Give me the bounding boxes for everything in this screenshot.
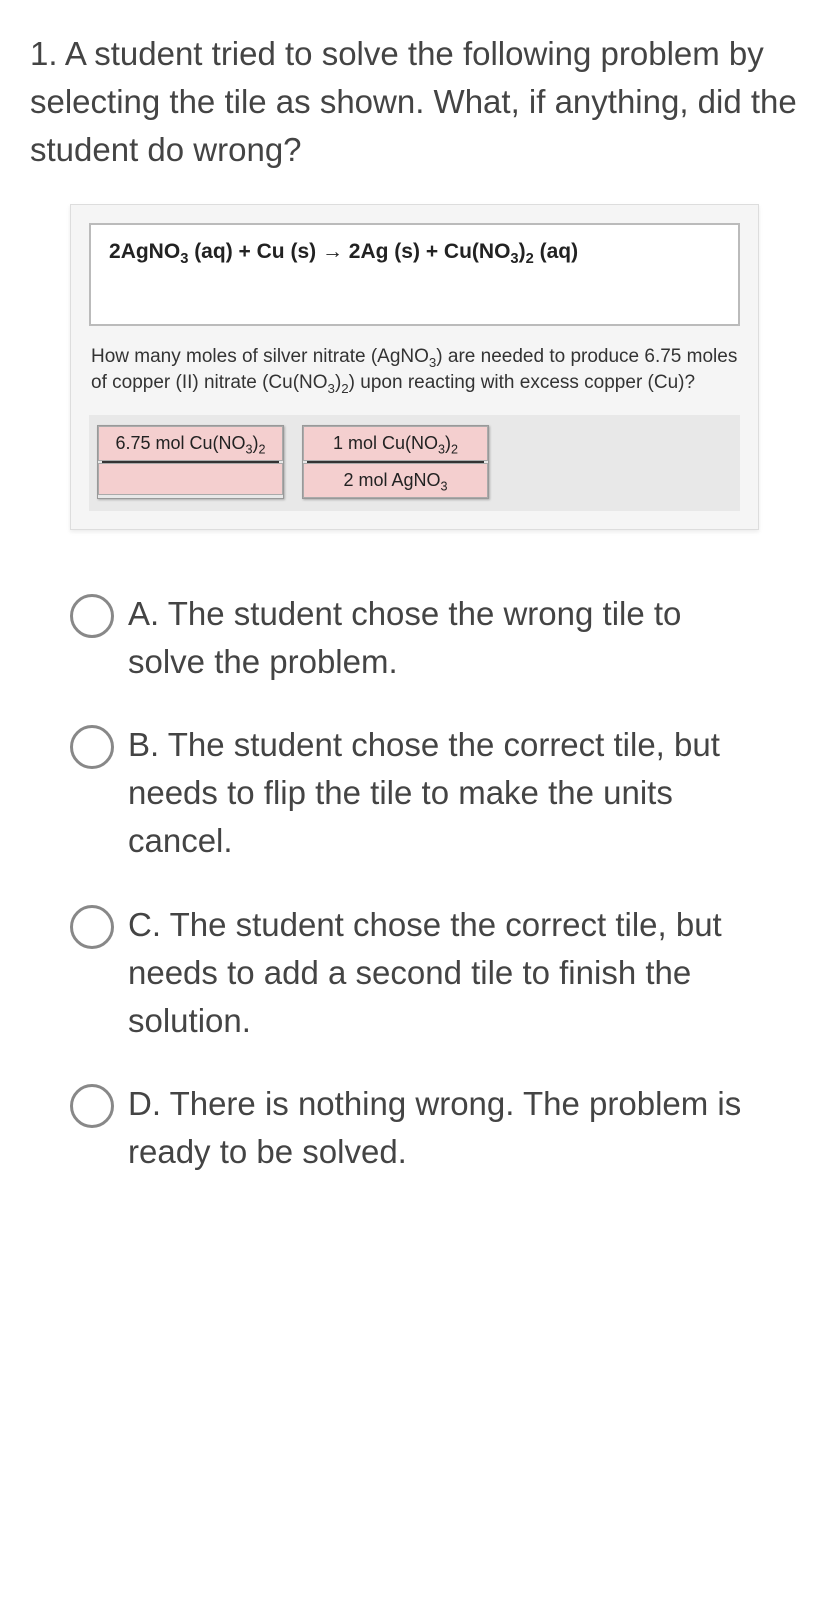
eq-paren: ) <box>519 240 526 263</box>
tiles-row: 6.75 mol Cu(NO3)2 1 mol Cu(NO3)2 2 mol A… <box>89 415 740 511</box>
text-sub: 2 <box>341 381 348 396</box>
conversion-tile-2: 1 mol Cu(NO3)2 2 mol AgNO3 <box>302 425 489 499</box>
tile-text: 6.75 mol Cu(NO <box>115 433 245 453</box>
answer-option-c[interactable]: C. The student chose the correct tile, b… <box>70 901 759 1045</box>
answer-option-b[interactable]: B. The student chose the correct tile, b… <box>70 721 759 865</box>
conversion-tile-1: 6.75 mol Cu(NO3)2 <box>97 425 284 499</box>
eq-state: (aq) <box>188 240 232 263</box>
eq-plus: + <box>233 240 257 263</box>
chemical-equation: 2AgNO3 (aq) + Cu (s) → 2Ag (s) + Cu(NO3)… <box>109 240 720 264</box>
tile-sub: 2 <box>451 442 458 456</box>
eq-species: Cu (s) <box>257 240 317 263</box>
tile-sub: 3 <box>438 442 445 456</box>
eq-coef: 2 <box>349 240 361 263</box>
radio-icon[interactable] <box>70 1084 114 1128</box>
eq-species: Cu(NO <box>444 240 511 263</box>
tile-text: 1 mol Cu(NO <box>333 433 438 453</box>
answer-option-d[interactable]: D. There is nothing wrong. The problem i… <box>70 1080 759 1176</box>
eq-state: (aq) <box>534 240 578 263</box>
eq-coef: 2 <box>109 240 121 263</box>
tile-denominator <box>98 463 283 495</box>
eq-species: AgNO <box>121 240 181 263</box>
question-prompt: 1. A student tried to solve the followin… <box>30 30 799 174</box>
text-part: ) upon reacting with excess copper (Cu)? <box>349 372 695 393</box>
answer-option-a[interactable]: A. The student chose the wrong tile to s… <box>70 590 759 686</box>
eq-species: Ag (s) <box>360 240 420 263</box>
eq-sub: 2 <box>526 251 534 267</box>
answer-text: B. The student chose the correct tile, b… <box>128 721 759 865</box>
tile-sub: 2 <box>259 442 266 456</box>
eq-plus: + <box>420 240 444 263</box>
text-sub: 3 <box>328 381 335 396</box>
tile-numerator: 1 mol Cu(NO3)2 <box>303 426 488 461</box>
tile-sub: 3 <box>246 442 253 456</box>
problem-card: 2AgNO3 (aq) + Cu (s) → 2Ag (s) + Cu(NO3)… <box>70 204 759 530</box>
answers-list: A. The student chose the wrong tile to s… <box>30 590 799 1176</box>
answer-text: C. The student chose the correct tile, b… <box>128 901 759 1045</box>
equation-box: 2AgNO3 (aq) + Cu (s) → 2Ag (s) + Cu(NO3)… <box>89 223 740 326</box>
tile-numerator: 6.75 mol Cu(NO3)2 <box>98 426 283 461</box>
problem-text: How many moles of silver nitrate (AgNO 3)… <box>89 344 740 397</box>
tile-text: 2 mol AgNO <box>343 470 440 490</box>
radio-icon[interactable] <box>70 594 114 638</box>
radio-icon[interactable] <box>70 905 114 949</box>
tile-sub: 3 <box>441 479 448 493</box>
answer-text: A. The student chose the wrong tile to s… <box>128 590 759 686</box>
text-part: How many moles of silver nitrate (AgNO <box>91 346 429 367</box>
eq-arrow: → <box>316 240 349 263</box>
eq-sub: 3 <box>510 251 518 267</box>
radio-icon[interactable] <box>70 725 114 769</box>
tile-denominator: 2 mol AgNO3 <box>303 463 488 498</box>
answer-text: D. There is nothing wrong. The problem i… <box>128 1080 759 1176</box>
